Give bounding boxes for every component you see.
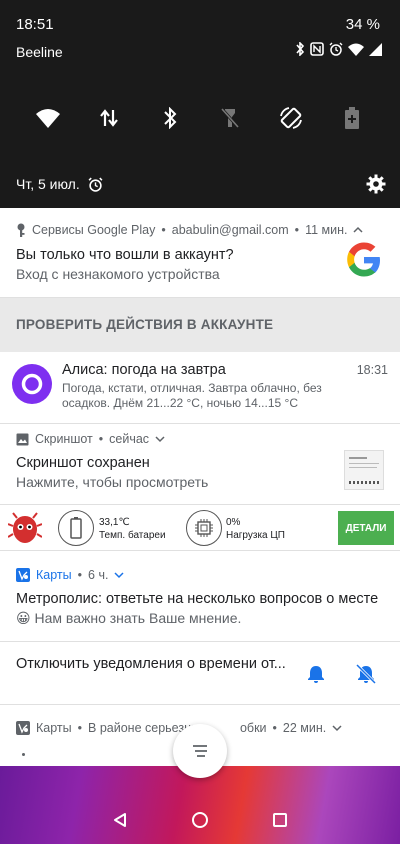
carrier-name: Beeline — [16, 44, 63, 60]
home-icon[interactable] — [191, 811, 209, 829]
disable-time-notifications[interactable]: Отключить уведомления о времени от... — [0, 642, 400, 705]
wifi-icon — [36, 109, 61, 128]
notification-text-row: 😀 Нам важно знать Ваше мнение. — [16, 610, 241, 627]
notification-header: Карты • 6 ч. — [16, 568, 124, 582]
app-name: Карты — [36, 568, 72, 582]
notification-text-line2: осадков. Днём 21...22 °С, ночью 14...15 … — [62, 396, 298, 410]
notification-text-end: обки — [239, 721, 267, 735]
navigation-bar — [0, 796, 400, 844]
chevron-down-icon[interactable] — [114, 571, 124, 579]
alice-logo-icon — [12, 364, 52, 404]
alarm-icon — [88, 177, 103, 192]
notification-title: Отключить уведомления о времени от... — [16, 656, 286, 672]
battery-temp-gauge — [58, 510, 94, 546]
date-text: Чт, 5 июл. — [16, 176, 80, 192]
signal-icon — [369, 42, 382, 56]
mobile-data-tile[interactable] — [91, 100, 127, 136]
notification-title: Метрополис: ответьте на несколько вопрос… — [16, 591, 379, 607]
notification-text: Нажмите, чтобы просмотреть — [16, 474, 209, 490]
notification-title: Алиса: погода на завтра — [62, 362, 226, 378]
chevron-down-icon[interactable] — [155, 435, 165, 443]
bluetooth-icon — [163, 107, 177, 129]
screenshot-thumbnail — [344, 450, 384, 490]
notification-time: 18:31 — [356, 363, 388, 377]
notification-header: Скриншот • сейчас — [16, 432, 165, 446]
details-button[interactable]: ДЕТАЛИ — [338, 511, 394, 545]
battery-saver-icon — [344, 107, 359, 129]
battery-temp-value: 33,1℃ — [99, 517, 130, 528]
wifi-status-icon — [348, 43, 364, 56]
notification-time: 22 мин. — [282, 721, 327, 735]
cpu-load-gauge — [186, 510, 222, 546]
battery-percent: 34 % — [345, 16, 380, 33]
chevron-up-icon[interactable] — [353, 226, 363, 234]
overflow-dot — [22, 753, 25, 756]
bluetooth-tile[interactable] — [152, 100, 188, 136]
status-icons — [295, 42, 382, 56]
notification-title: Скриншот сохранен — [16, 455, 150, 471]
bell-off-icon[interactable] — [356, 664, 376, 684]
antutu-logo-icon — [8, 512, 42, 543]
flashlight-tile[interactable] — [212, 100, 248, 136]
battery-temp-label: Темп. батареи — [99, 530, 166, 541]
date-row: Чт, 5 июл. — [16, 176, 103, 192]
maps-survey-notification[interactable]: Карты • 6 ч. Метрополис: ответьте на нес… — [0, 551, 400, 642]
data-transfer-icon — [100, 109, 118, 127]
auto-rotate-tile[interactable] — [273, 100, 309, 136]
alice-weather-notification[interactable]: Алиса: погода на завтра 18:31 Погода, кс… — [0, 352, 400, 424]
notification-title: Вы только что вошли в аккаунт? — [16, 247, 234, 263]
cpu-chip-icon — [195, 519, 213, 537]
notification-shade-header: 18:51 34 % Beeline Чт, 5 июл. — [0, 0, 400, 208]
app-name: Сервисы Google Play — [32, 223, 156, 237]
recents-icon[interactable] — [272, 812, 288, 828]
screenshot-notification[interactable]: Скриншот • сейчас Скриншот сохранен Нажм… — [0, 424, 400, 505]
app-name: Карты — [36, 721, 72, 735]
battery-saver-tile[interactable] — [334, 100, 370, 136]
bell-icon[interactable] — [306, 664, 326, 684]
status-time: 18:51 — [16, 16, 54, 33]
clear-all-button[interactable] — [173, 724, 227, 778]
clear-all-icon — [193, 745, 207, 757]
flashlight-off-icon — [221, 108, 240, 128]
auto-rotate-icon — [280, 107, 302, 129]
cpu-load-label: Нагрузка ЦП — [226, 530, 285, 541]
nfc-icon — [310, 42, 324, 56]
smile-emoji: 😀 — [16, 610, 31, 626]
maps-icon — [16, 568, 30, 582]
chevron-down-icon[interactable] — [332, 724, 342, 732]
maps-icon — [16, 721, 30, 735]
account-email: ababulin@gmail.com — [171, 223, 289, 237]
notification-text: Вход с незнакомого устройства — [16, 266, 220, 282]
quick-settings-tiles — [0, 100, 400, 136]
check-account-action-button[interactable]: ПРОВЕРИТЬ ДЕЙСТВИЯ В АККАУНТЕ — [0, 298, 400, 352]
notification-header: Сервисы Google Play • ababulin@gmail.com… — [16, 223, 363, 237]
status-bar: 18:51 34 % — [0, 0, 400, 48]
gear-icon — [366, 174, 386, 194]
google-account-notification[interactable]: Сервисы Google Play • ababulin@gmail.com… — [0, 208, 400, 298]
settings-button[interactable] — [366, 174, 386, 199]
notification-text: Нам важно знать Ваше мнение. — [34, 610, 242, 626]
wifi-tile[interactable] — [30, 100, 66, 136]
bluetooth-status-icon — [296, 42, 305, 56]
antutu-notification[interactable]: 33,1℃ Темп. батареи 0% Нагрузка ЦП ДЕТАЛ… — [0, 505, 400, 551]
notification-time: 6 ч. — [88, 568, 109, 582]
battery-icon — [70, 517, 82, 539]
back-icon[interactable] — [112, 812, 128, 828]
key-icon — [17, 223, 25, 237]
app-name: Скриншот — [35, 432, 93, 446]
action-label: ПРОВЕРИТЬ ДЕЙСТВИЯ В АККАУНТЕ — [16, 317, 274, 332]
notification-text-line1: Погода, кстати, отличная. Завтра облачно… — [62, 381, 322, 395]
google-logo-icon — [347, 242, 380, 277]
image-icon — [16, 433, 29, 445]
notification-time: сейчас — [109, 432, 150, 446]
cpu-load-value: 0% — [226, 517, 241, 528]
notification-time: 11 мин. — [305, 223, 348, 237]
alarm-icon — [329, 42, 343, 56]
